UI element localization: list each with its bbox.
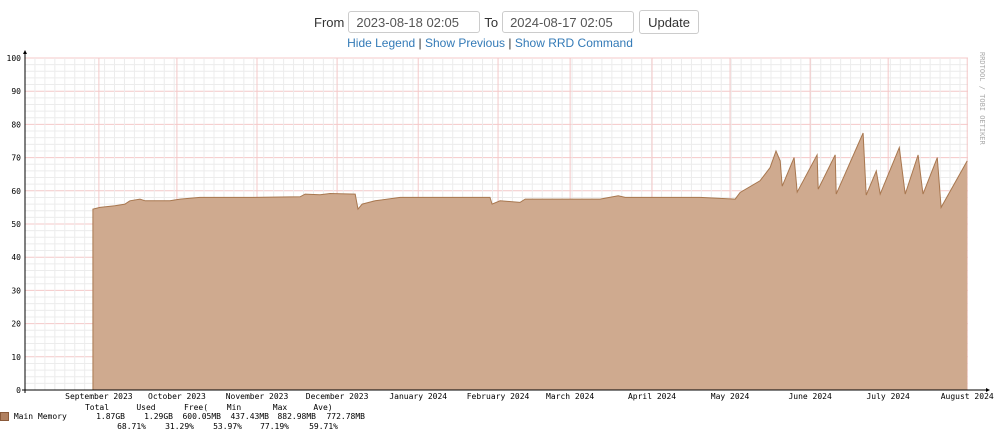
legend: Main Memory (0, 412, 67, 422)
y-tick-label: 60 (11, 187, 21, 196)
y-tick-label: 100 (7, 54, 22, 63)
y-axis-arrow (23, 50, 27, 54)
x-tick-label: June 2024 (788, 392, 832, 401)
y-tick-label: 0 (16, 386, 21, 395)
y-tick-label: 80 (11, 120, 21, 129)
legend-percent: 77.19% (260, 422, 289, 431)
x-tick-label: April 2024 (628, 392, 676, 401)
x-tick-label: January 2024 (389, 392, 447, 401)
x-tick-label: August 2024 (941, 392, 994, 401)
x-tick-label: February 2024 (467, 392, 530, 401)
x-tick-label: March 2024 (546, 392, 594, 401)
y-tick-label: 20 (11, 320, 21, 329)
x-tick-label: July 2024 (866, 392, 910, 401)
watermark: RRDTOOL / TOBI OETIKER (978, 52, 986, 146)
y-tick-label: 30 (11, 286, 21, 295)
y-tick-label: 50 (11, 220, 21, 229)
legend-percent: 31.29% (165, 422, 194, 431)
legend-value: 437.43MB (230, 412, 269, 421)
y-tick-label: 10 (11, 353, 21, 362)
legend-value: 1.87GB (96, 412, 125, 421)
legend-header: Used (136, 403, 155, 412)
legend-value: 772.78MB (326, 412, 365, 421)
memory-chart: 0 10 20 30 40 50 60 70 80 90 100 September 2023 Octo… (7, 50, 994, 431)
x-tick-label: May 2024 (711, 392, 750, 401)
x-tick-label: December 2023 (306, 392, 369, 401)
legend-header: Total (85, 403, 109, 412)
legend-percent: 59.71% (309, 422, 338, 431)
y-tick-label: 40 (11, 253, 21, 262)
x-tick-label: October 2023 (148, 392, 206, 401)
legend-value: 1.29GB (144, 412, 173, 421)
legend-swatch (0, 412, 9, 421)
legend-header: Min (227, 403, 242, 412)
legend-header: Ave) (313, 403, 332, 412)
legend-header: Free( (184, 403, 208, 412)
x-tick-label: November 2023 (226, 392, 289, 401)
legend-percent: 53.97% (213, 422, 242, 431)
legend-value: 600.05MB (182, 412, 221, 421)
x-tick-label: September 2023 (65, 392, 133, 401)
y-tick-label: 70 (11, 154, 21, 163)
legend-percent: 68.71% (117, 422, 146, 431)
legend-value: 882.98MB (277, 412, 316, 421)
legend-name: Main Memory (13, 412, 67, 421)
legend-header: Max (273, 403, 288, 412)
y-tick-label: 90 (11, 87, 21, 96)
